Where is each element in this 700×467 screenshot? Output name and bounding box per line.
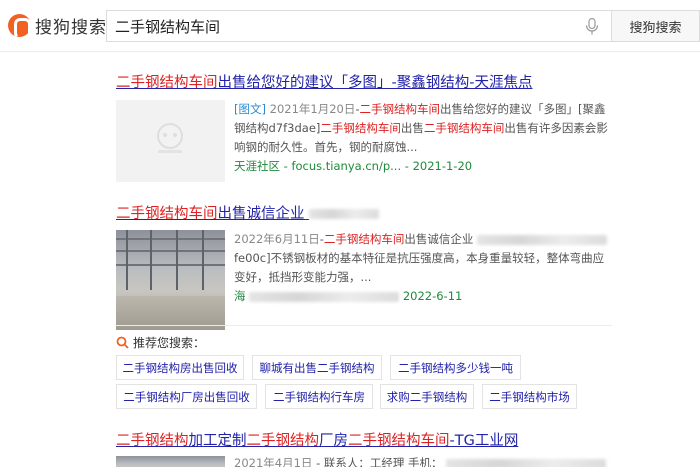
header: 搜狗搜索 搜狗搜索 — [0, 0, 700, 52]
title-highlight: 二手钢结构车间 — [116, 206, 218, 222]
result-body: 2021年4月1日 - 联系人：工经理 手机： — [116, 456, 614, 467]
snippet-text: - 联系人：工经理 手机： — [316, 456, 443, 467]
related-heading-text: 推荐您搜索： — [133, 336, 206, 350]
blurred-text — [309, 209, 380, 219]
result-date: 2022年6月11日 — [234, 232, 320, 246]
factory-image[interactable] — [116, 230, 225, 330]
cite-prefix: 海 — [234, 289, 246, 303]
result-thumbnail[interactable] — [116, 456, 225, 467]
title-highlight: 二手钢结构车间 — [116, 75, 218, 91]
snippet-highlight: 二手钢结构车间 — [423, 121, 505, 135]
title-text: -TG工业网 — [449, 433, 519, 449]
blurred-text — [249, 291, 400, 302]
snippet-text: 出售 — [400, 121, 424, 135]
related-search-link[interactable]: 二手钢结构市场 — [482, 384, 577, 409]
image-placeholder-icon — [157, 123, 183, 153]
search-result: 二手钢结构车间出售诚信企业 — [116, 205, 380, 223]
title-text: 厂房 — [319, 433, 348, 449]
result-snippet: 2022年6月11日-二手钢结构车间出售诚信企业 fe00c]不锈钢板材的基本特… — [234, 230, 614, 330]
result-url[interactable]: 天涯社区 - focus.tianya.cn/p... - 2021-1-20 — [234, 157, 614, 176]
related-search-link[interactable]: 二手钢结构厂房出售回收 — [116, 384, 257, 409]
related-searches-heading: 推荐您搜索： — [116, 334, 205, 351]
snippet-text: fe00c]不锈钢板材的基本特征是抗压强度高，本身重量较轻，整体弯曲应变好，抵挡… — [234, 251, 605, 284]
snippet-highlight: 二手钢结构车间 — [320, 121, 401, 135]
related-search-link[interactable]: 二手钢结构多少钱一吨 — [390, 355, 521, 380]
title-text: 出售诚信企业 — [217, 206, 305, 222]
sogou-logo[interactable]: 搜狗搜索 — [8, 12, 107, 39]
title-highlight: 二手钢结构 — [246, 433, 320, 449]
result-snippet: 2021年4月1日 - 联系人：工经理 手机： — [234, 456, 614, 467]
related-search-link[interactable]: 二手钢结构行车房 — [265, 384, 373, 409]
result-snippet: [图文] 2021年1月20日-二手钢结构车间出售给您好的建议「多图」[聚鑫钢结… — [234, 100, 614, 182]
search-input[interactable] — [115, 11, 575, 41]
blurred-text — [477, 234, 608, 245]
result-body: [图文] 2021年1月20日-二手钢结构车间出售给您好的建议「多图」[聚鑫钢结… — [116, 100, 614, 182]
sogou-logo-icon — [8, 13, 31, 39]
title-text: 出售给您好的建议「多图」-聚鑫钢结构-天涯焦点 — [217, 75, 533, 91]
snippet-text: 出售诚信企业 — [404, 232, 474, 246]
result-title-link[interactable]: 二手钢结构车间出售给您好的建议「多图」-聚鑫钢结构-天涯焦点 — [116, 74, 532, 92]
result-url[interactable]: 海 2022-6-11 — [234, 287, 614, 306]
result-title-link[interactable]: 二手钢结构加工定制二手钢结构厂房二手钢结构车间-TG工业网 — [116, 432, 518, 450]
title-highlight: 二手钢结构车间 — [348, 433, 450, 449]
cite-date: 2022-6-11 — [402, 289, 463, 303]
result-date: 2021年1月20日 — [269, 102, 356, 116]
search-icon — [116, 336, 129, 349]
title-highlight: 二手钢结构 — [116, 433, 189, 449]
related-search-link[interactable]: 二手钢结构房出售回收 — [116, 355, 244, 380]
related-search-link[interactable]: 聊城有出售二手钢结构 — [252, 355, 382, 380]
result-thumbnail[interactable] — [116, 100, 225, 182]
snippet-highlight: 二手钢结构车间 — [359, 102, 441, 116]
search-result: 二手钢结构加工定制二手钢结构厂房二手钢结构车间-TG工业网 — [116, 432, 518, 450]
blurred-text — [446, 458, 607, 467]
result-date: 2021年4月1日 — [234, 456, 313, 467]
search-box — [106, 10, 611, 42]
logo-text: 搜狗搜索 — [35, 17, 107, 38]
title-text: 加工定制 — [188, 433, 247, 449]
search-button[interactable]: 搜狗搜索 — [611, 10, 700, 42]
divider — [116, 325, 612, 326]
image-text-tag[interactable]: [图文] — [234, 102, 266, 116]
search-result: 二手钢结构车间出售给您好的建议「多图」-聚鑫钢结构-天涯焦点 — [116, 74, 532, 92]
related-search-link[interactable]: 求购二手钢结构 — [380, 384, 474, 409]
result-title-link[interactable]: 二手钢结构车间出售诚信企业 — [116, 205, 380, 223]
result-body: 2022年6月11日-二手钢结构车间出售诚信企业 fe00c]不锈钢板材的基本特… — [116, 230, 614, 330]
snippet-highlight: 二手钢结构车间 — [323, 232, 405, 246]
microphone-icon[interactable] — [585, 18, 599, 35]
